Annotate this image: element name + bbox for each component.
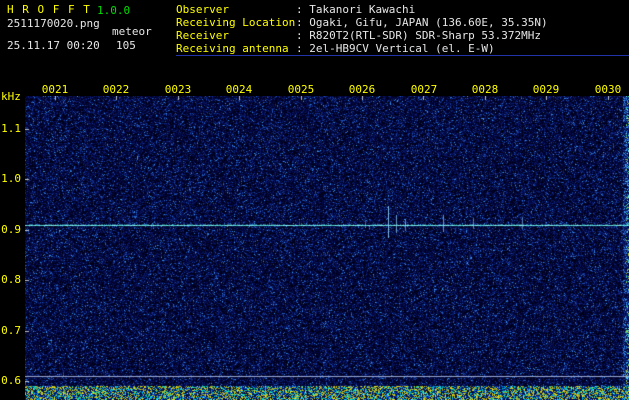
filename: 2511170020.png <box>7 17 100 30</box>
app-title: H R O F F T <box>7 3 91 16</box>
y-axis-unit: kHz <box>1 90 21 103</box>
count-value: 105 <box>116 39 136 52</box>
y-tick-1.1: 1.1 <box>1 122 21 135</box>
info-value: : Ogaki, Gifu, JAPAN (136.60E, 35.35N) <box>296 16 548 29</box>
x-tick-0028: 0028 <box>471 83 499 96</box>
spectrogram-canvas <box>25 96 629 400</box>
y-tick-0.7: 0.7 <box>1 324 21 337</box>
y-tick-1.0: 1.0 <box>1 172 21 185</box>
y-tick-0.9: 0.9 <box>1 223 21 236</box>
hrofft-window: H R O F F T 1.0.0 2511170020.png meteor … <box>0 0 629 400</box>
x-tick-0024: 0024 <box>225 83 253 96</box>
info-row-antenna: Receiving antenna : 2el-HB9CV Vertical (… <box>176 42 548 55</box>
info-underline <box>176 55 629 56</box>
y-tick-0.8: 0.8 <box>1 273 21 286</box>
info-row-location: Receiving Location : Ogaki, Gifu, JAPAN … <box>176 16 548 29</box>
x-tick-0021: 0021 <box>41 83 69 96</box>
info-value: : 2el-HB9CV Vertical (el. E-W) <box>296 42 495 55</box>
y-tick-0.6: 0.6 <box>1 374 21 387</box>
timestamp: 25.11.17 00:20 <box>7 39 100 52</box>
app-version: 1.0.0 <box>97 4 131 17</box>
mode-label: meteor <box>112 25 152 38</box>
info-value: : R820T2(RTL-SDR) SDR-Sharp 53.372MHz <box>296 29 542 42</box>
x-tick-0026: 0026 <box>348 83 376 96</box>
info-label: Receiving Location <box>176 16 296 29</box>
station-info: Observer : Takanori Kawachi Receiving Lo… <box>176 3 548 55</box>
x-tick-0023: 0023 <box>164 83 192 96</box>
info-row-receiver: Receiver : R820T2(RTL-SDR) SDR-Sharp 53.… <box>176 29 548 42</box>
x-tick-0022: 0022 <box>102 83 130 96</box>
info-label: Receiver <box>176 29 229 42</box>
info-label: Observer <box>176 3 229 16</box>
info-row-observer: Observer : Takanori Kawachi <box>176 3 548 16</box>
info-value: : Takanori Kawachi <box>296 3 416 16</box>
info-label: Receiving antenna <box>176 42 289 55</box>
x-tick-0029: 0029 <box>532 83 560 96</box>
x-tick-0030: 0030 <box>594 83 622 96</box>
x-tick-0027: 0027 <box>410 83 438 96</box>
x-tick-0025: 0025 <box>287 83 315 96</box>
